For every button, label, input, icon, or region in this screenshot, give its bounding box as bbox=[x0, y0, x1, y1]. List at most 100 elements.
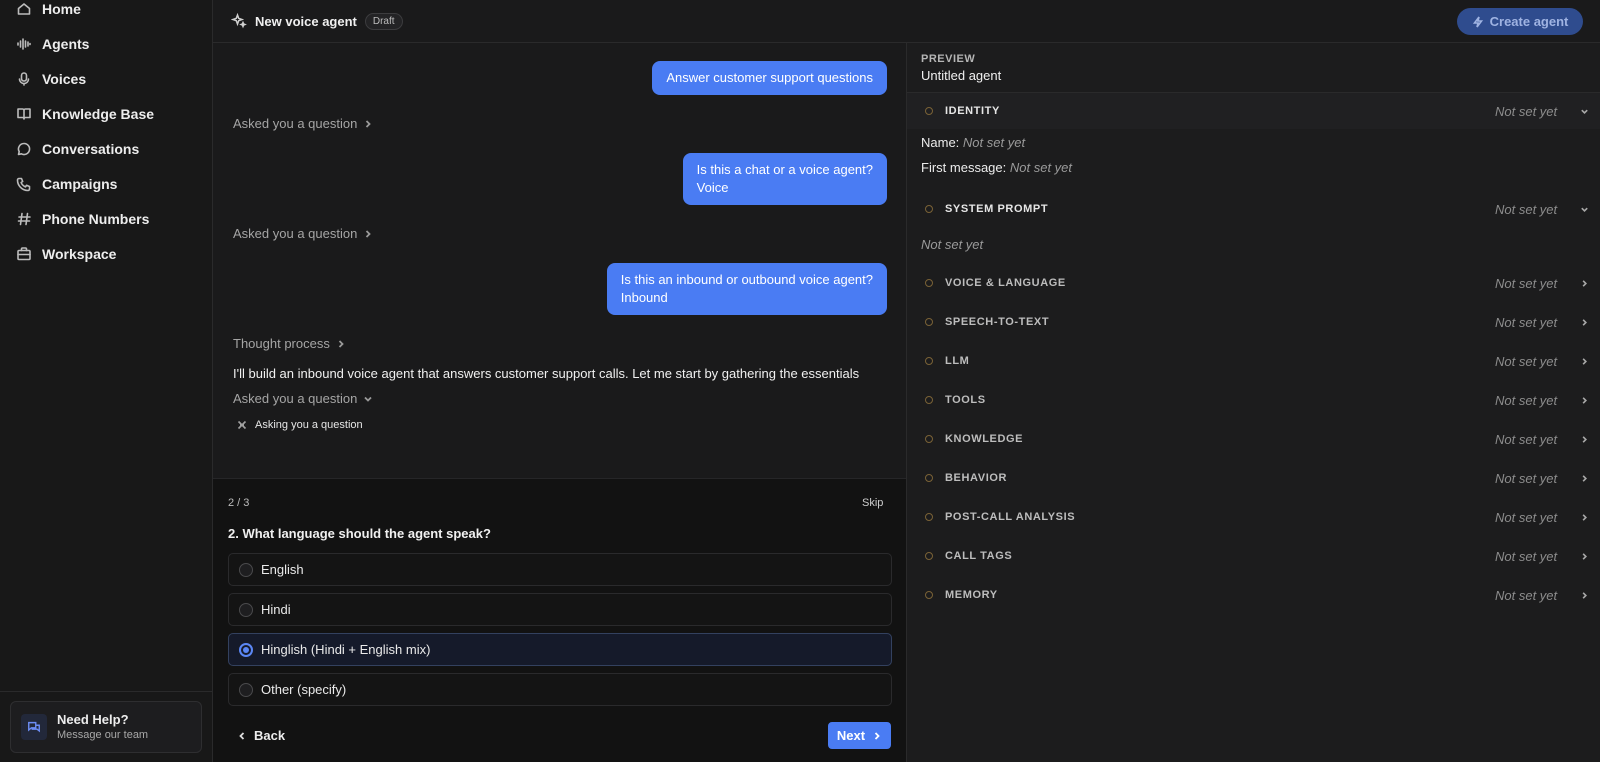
section-behavior[interactable]: BEHAVIOR Not set yet bbox=[907, 460, 1600, 496]
need-help-card[interactable]: Need Help? Message our team bbox=[10, 701, 202, 753]
sidebar-item-label: Workspace bbox=[42, 246, 117, 262]
section-title: IDENTITY bbox=[945, 105, 1000, 117]
section-title: CALL TAGS bbox=[945, 550, 1013, 562]
asked-question-toggle[interactable]: Asked you a question bbox=[233, 116, 373, 131]
chevron-down-icon bbox=[1580, 107, 1589, 116]
option-hindi[interactable]: Hindi bbox=[228, 593, 892, 626]
status-dot-icon bbox=[925, 513, 933, 521]
status-dot-icon bbox=[925, 357, 933, 365]
user-message: Answer customer support questions bbox=[652, 61, 887, 95]
option-hinglish[interactable]: Hinglish (Hindi + English mix) bbox=[228, 633, 892, 666]
sidebar-item-label: Knowledge Base bbox=[42, 106, 155, 122]
section-title: LLM bbox=[945, 355, 970, 367]
asked-question-toggle[interactable]: Asked you a question bbox=[233, 391, 373, 406]
app-root: Home Agents Voices Knowledge Base Conver… bbox=[0, 0, 1600, 762]
section-status: Not set yet bbox=[1495, 353, 1558, 369]
section-llm[interactable]: LLM Not set yet bbox=[907, 343, 1600, 379]
sidebar-item-knowledge-base[interactable]: Knowledge Base bbox=[16, 100, 154, 128]
radio-button[interactable] bbox=[239, 562, 253, 577]
thought-process-label: Thought process bbox=[233, 336, 330, 351]
sidebar-item-label: Phone Numbers bbox=[42, 211, 150, 227]
sidebar-item-conversations[interactable]: Conversations bbox=[16, 135, 139, 163]
status-dot-icon bbox=[925, 279, 933, 287]
section-title: BEHAVIOR bbox=[945, 472, 1008, 484]
thought-process-toggle[interactable]: Thought process bbox=[233, 336, 346, 351]
sidebar-item-label: Conversations bbox=[42, 141, 140, 157]
skip-button[interactable]: Skip bbox=[862, 497, 883, 509]
section-title: VOICE & LANGUAGE bbox=[945, 277, 1066, 289]
sidebar-item-campaigns[interactable]: Campaigns bbox=[16, 170, 117, 198]
section-status: Not set yet bbox=[1495, 431, 1558, 447]
user-message-answer: Inbound bbox=[620, 290, 668, 305]
section-status: Not set yet bbox=[1495, 509, 1558, 525]
section-title: POST-CALL ANALYSIS bbox=[945, 511, 1076, 523]
section-system-prompt[interactable]: SYSTEM PROMPT Not set yet bbox=[907, 191, 1600, 227]
question-progress: 2 / 3 bbox=[228, 497, 250, 509]
section-title: SYSTEM PROMPT bbox=[945, 203, 1049, 215]
next-button[interactable]: Next bbox=[828, 722, 891, 749]
asking-status: Asking you a question bbox=[237, 419, 363, 431]
help-title: Need Help? bbox=[57, 712, 129, 727]
section-tools[interactable]: TOOLS Not set yet bbox=[907, 382, 1600, 418]
sidebar-item-agents[interactable]: Agents bbox=[16, 30, 89, 58]
field-value: Not set yet bbox=[962, 135, 1026, 150]
section-status: Not set yet bbox=[1495, 470, 1558, 486]
option-english[interactable]: English bbox=[228, 553, 892, 586]
option-other[interactable]: Other (specify) bbox=[228, 673, 892, 706]
question-panel: 2 / 3 Skip 2. What language should the a… bbox=[213, 478, 906, 762]
identity-first-message-field: First message: Not set yet bbox=[921, 160, 1072, 175]
tool-icon bbox=[237, 420, 247, 430]
status-dot-icon bbox=[925, 318, 933, 326]
radio-button[interactable] bbox=[239, 682, 253, 697]
section-post-call-analysis[interactable]: POST-CALL ANALYSIS Not set yet bbox=[907, 499, 1600, 535]
field-value: Not set yet bbox=[1009, 160, 1073, 175]
radio-button[interactable] bbox=[239, 602, 253, 617]
chevron-right-icon bbox=[1580, 591, 1589, 600]
create-agent-button[interactable]: Create agent bbox=[1457, 8, 1583, 35]
back-button[interactable]: Back bbox=[237, 728, 285, 743]
asked-question-label: Asked you a question bbox=[233, 226, 358, 241]
chevron-left-icon bbox=[239, 731, 245, 740]
field-label: First message: bbox=[921, 160, 1007, 175]
preview-panel: PREVIEW Untitled agent IDENTITY Not set … bbox=[906, 43, 1600, 762]
asked-question-toggle[interactable]: Asked you a question bbox=[233, 226, 373, 241]
chevron-down-icon bbox=[364, 396, 372, 402]
section-status: Not set yet bbox=[1495, 587, 1558, 603]
asking-status-text: Asking you a question bbox=[255, 419, 363, 431]
sidebar-item-label: Voices bbox=[42, 71, 87, 87]
status-dot-icon bbox=[925, 205, 933, 213]
section-knowledge[interactable]: KNOWLEDGE Not set yet bbox=[907, 421, 1600, 457]
status-badge: Draft bbox=[364, 12, 403, 30]
status-dot-icon bbox=[925, 591, 933, 599]
status-dot-icon bbox=[925, 107, 933, 115]
hash-icon bbox=[17, 212, 31, 226]
help-text: Need Help? Message our team bbox=[57, 712, 148, 742]
book-icon bbox=[17, 108, 31, 120]
sidebar-item-voices[interactable]: Voices bbox=[16, 65, 86, 93]
message-icon bbox=[28, 721, 40, 733]
radio-button-selected[interactable] bbox=[239, 642, 253, 657]
identity-name-field: Name: Not set yet bbox=[921, 135, 1025, 150]
sidebar-item-phone-numbers[interactable]: Phone Numbers bbox=[16, 205, 149, 233]
sidebar-item-home[interactable]: Home bbox=[16, 0, 81, 23]
section-speech-to-text[interactable]: SPEECH-TO-TEXT Not set yet bbox=[907, 304, 1600, 340]
section-title: TOOLS bbox=[945, 394, 986, 406]
section-memory[interactable]: MEMORY Not set yet bbox=[907, 577, 1600, 613]
chevron-down-icon bbox=[1580, 205, 1589, 214]
page-title: New voice agent bbox=[255, 13, 357, 29]
page-title-group: New voice agent Draft bbox=[231, 0, 403, 42]
section-status: Not set yet bbox=[1495, 548, 1558, 564]
section-voice-language[interactable]: VOICE & LANGUAGE Not set yet bbox=[907, 265, 1600, 301]
question-text: 2. What language should the agent speak? bbox=[228, 526, 491, 541]
microphone-icon bbox=[18, 72, 30, 86]
section-status: Not set yet bbox=[1495, 201, 1558, 217]
section-identity[interactable]: IDENTITY Not set yet bbox=[907, 93, 1600, 129]
system-prompt-value: Not set yet bbox=[921, 237, 984, 252]
section-call-tags[interactable]: CALL TAGS Not set yet bbox=[907, 538, 1600, 574]
user-message-text: Is this an inbound or outbound voice age… bbox=[620, 272, 873, 287]
sidebar-item-workspace[interactable]: Workspace bbox=[16, 240, 116, 268]
option-label: Other (specify) bbox=[261, 682, 347, 697]
chevron-right-icon bbox=[874, 731, 880, 740]
status-dot-icon bbox=[925, 474, 933, 482]
chat-thread: Answer customer support questions Asked … bbox=[213, 43, 906, 478]
